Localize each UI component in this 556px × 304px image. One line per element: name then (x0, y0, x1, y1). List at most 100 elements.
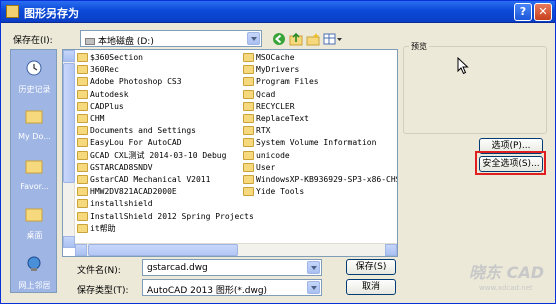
back-icon[interactable] (272, 32, 286, 46)
folder-icon (243, 101, 254, 111)
folder-list-item[interactable]: EasyLou For AutoCAD (77, 137, 182, 148)
horizontal-scroll-thumb[interactable] (88, 244, 238, 256)
network-place[interactable]: 网上邻居 (11, 250, 56, 292)
folder-list-item[interactable]: CADPlus (77, 101, 124, 112)
folder-icon (25, 208, 43, 222)
places-scrollbar[interactable] (63, 50, 75, 248)
folder-list-item[interactable]: WindowsXP-KB936929-SP3-x86-CHS (243, 174, 397, 185)
folder-list-item[interactable]: Yide Tools (243, 186, 304, 197)
save-button[interactable]: 保存(S) (346, 259, 396, 275)
title-bar[interactable]: 图形另存为 ? ✕ (1, 1, 555, 23)
folder-icon (77, 77, 88, 87)
chevron-down-icon[interactable] (307, 261, 320, 274)
desktop-place[interactable]: 桌面 (11, 200, 56, 246)
folder-icon (77, 175, 88, 184)
my-documents-place[interactable]: My Do... (11, 102, 56, 148)
folder-list-item[interactable]: 360Rec (77, 64, 119, 75)
folder-list-item[interactable]: HMW2DV821ACAD2000E (77, 186, 177, 197)
app-icon (6, 5, 19, 18)
save-in-label: 保存在(I): (13, 36, 53, 46)
history-place[interactable]: 历史记录 (11, 54, 56, 100)
save-in-value: 本地磁盘 (D:) (85, 34, 154, 47)
folder-icon (77, 126, 88, 136)
folder-list-item[interactable]: Documents and Settings (77, 125, 196, 136)
folder-name: $360Section (90, 53, 143, 62)
place-label: 历史记录 (18, 85, 51, 94)
folder-icon (25, 110, 43, 124)
filetype-label: 保存类型(T): (77, 286, 129, 296)
folder-icon (243, 150, 254, 160)
folder-list-item[interactable]: GSTARCAD8SNDV (77, 162, 153, 173)
folder-list-item[interactable]: MyDrivers (243, 64, 299, 75)
folder-list-item[interactable]: unicode (243, 150, 290, 161)
folder-icon (25, 160, 43, 174)
folder-icon (77, 223, 88, 233)
folder-name: ReplaceText (256, 114, 309, 123)
folder-name: CHM (90, 114, 105, 123)
folder-name: GstarCAD Mechanical V2011 (90, 175, 211, 184)
filename-value: gstarcad.dwg (147, 263, 208, 273)
scroll-right-button[interactable] (385, 244, 397, 256)
folder-icon (77, 101, 88, 111)
folder-list-item[interactable]: MSOCache (243, 52, 295, 63)
folder-icon (77, 138, 88, 148)
folder-list-item[interactable]: it帮助 (77, 223, 116, 234)
folder-name: EasyLou For AutoCAD (90, 138, 182, 148)
folder-list-item[interactable]: Program Files (243, 76, 319, 87)
folder-name: System Volume Information (256, 138, 377, 148)
horizontal-scrollbar[interactable] (75, 243, 397, 256)
folder-icon (77, 53, 88, 62)
folder-list-item[interactable]: RTX (243, 125, 270, 136)
close-button[interactable]: ✕ (534, 3, 552, 21)
filetype-dropdown[interactable]: AutoCAD 2013 图形(*.dwg) (142, 279, 322, 296)
folder-name: RECYCLER (256, 101, 295, 111)
folder-list-item[interactable]: GstarCAD Mechanical V2011 (77, 174, 210, 185)
save-drawing-dialog: 图形另存为 ? ✕ 保存在(I): 本地磁盘 (D:) 历史记录 My Do..… (0, 0, 556, 304)
folder-list-item[interactable]: User (243, 162, 275, 173)
folder-name: GSTARCAD8SNDV (90, 162, 153, 172)
clock-icon (26, 60, 42, 76)
folder-list-item[interactable]: System Volume Information (243, 137, 376, 148)
folder-list-item[interactable]: InstallShield 2012 Spring Projects (77, 211, 254, 222)
cancel-button[interactable]: 取消 (346, 279, 396, 295)
folder-icon (243, 126, 254, 136)
folder-list-item[interactable]: Qcad (243, 89, 275, 100)
folder-icon (243, 187, 254, 197)
scroll-left-button[interactable] (75, 244, 87, 256)
folder-name: unicode (256, 150, 290, 160)
folder-name: MyDrivers (256, 65, 300, 75)
scroll-down-button[interactable] (63, 236, 75, 248)
folder-icon (243, 77, 254, 87)
file-list[interactable]: $360Section 360Rec Adobe Photoshop CS3 Auto… (62, 49, 398, 257)
filename-input[interactable]: gstarcad.dwg (142, 259, 322, 276)
folder-name: HMW2DV821ACAD2000E (90, 187, 177, 197)
folder-list-item[interactable]: Adobe Photoshop CS3 (77, 76, 182, 87)
help-button[interactable]: ? (514, 3, 532, 21)
folder-icon (77, 211, 88, 221)
folder-list-item[interactable]: CHM (77, 113, 104, 124)
new-folder-icon[interactable] (306, 32, 320, 46)
window-title: 图形另存为 (24, 7, 79, 20)
folder-name: Adobe Photoshop CS3 (90, 77, 182, 87)
folder-list-item[interactable]: $360Section (77, 52, 143, 63)
views-menu-icon[interactable] (323, 32, 343, 46)
chevron-down-icon[interactable] (307, 281, 320, 294)
folder-list-item[interactable]: GCAD CXL测试 2014-03-10 Debug (77, 150, 226, 161)
folder-name: installshield (90, 199, 153, 209)
save-in-dropdown[interactable]: 本地磁盘 (D:) (80, 30, 262, 47)
folder-name: Documents and Settings (90, 126, 196, 136)
folder-icon (77, 89, 88, 99)
filename-label: 文件名(N): (77, 266, 121, 276)
chevron-down-icon[interactable] (247, 32, 260, 45)
up-folder-icon[interactable] (289, 32, 303, 46)
folder-list-item[interactable]: ReplaceText (243, 113, 309, 124)
folder-list-item[interactable]: RECYCLER (243, 101, 295, 112)
security-options-button[interactable]: 安全选项(S)... (479, 156, 543, 172)
folder-list-item[interactable]: Autodesk (77, 89, 129, 100)
favorites-place[interactable]: Favor... (11, 152, 56, 198)
scroll-up-button[interactable] (63, 50, 75, 62)
folder-icon (77, 162, 88, 172)
folder-icon (243, 65, 254, 75)
scroll-thumb[interactable] (63, 63, 75, 183)
folder-list-item[interactable]: installshield (77, 198, 153, 209)
